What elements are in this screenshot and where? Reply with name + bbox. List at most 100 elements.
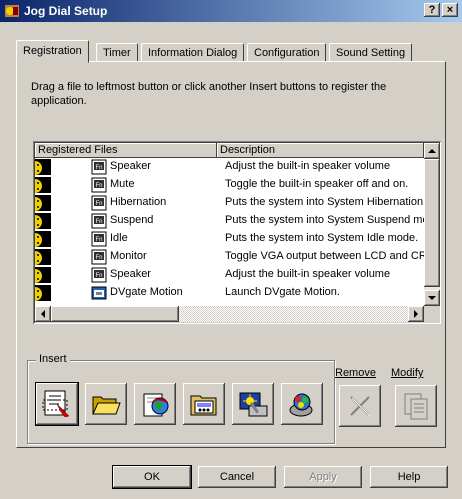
- list-item[interactable]: Fn Suspend Puts the system into System Sus…: [35, 212, 424, 230]
- scroll-left-button[interactable]: [35, 306, 51, 322]
- file-description: Adjust the built-in speaker volume: [225, 160, 391, 172]
- list-item[interactable]: Fn Idle Puts the system into System Idle m…: [35, 230, 424, 248]
- scrollbar-corner: [424, 306, 440, 322]
- arrow-down-icon: [428, 296, 436, 300]
- insert-file-button[interactable]: [36, 383, 78, 425]
- fn-key-icon: Fn: [91, 267, 107, 283]
- list-item[interactable]: Fn Speaker Adjust the built-in speaker vol…: [35, 158, 424, 176]
- modify-button[interactable]: [395, 385, 437, 427]
- jog-dial-icon: [35, 213, 51, 229]
- tab-label: Registration: [23, 45, 82, 57]
- close-button[interactable]: ×: [442, 3, 458, 17]
- internet-icon: [143, 393, 169, 417]
- jog-dial-app-icon: [4, 3, 20, 19]
- fn-key-icon: Fn: [91, 231, 107, 247]
- jog-dial-icon: [35, 267, 51, 283]
- fn-key-icon: Fn: [91, 249, 107, 265]
- remove-label: Remove: [335, 367, 376, 379]
- svg-text:Fn: Fn: [95, 219, 102, 225]
- list-item[interactable]: Fn Monitor Toggle VGA output between LCD a…: [35, 248, 424, 266]
- fn-key-icon: Fn: [91, 195, 107, 211]
- jog-dial-icon: [35, 231, 51, 247]
- insert-web-button[interactable]: [134, 383, 176, 425]
- file-description: Puts the system into System Suspend mode: [225, 214, 424, 226]
- insert-group: Insert: [27, 353, 335, 444]
- file-name: DVgate Motion: [110, 286, 183, 298]
- column-header-description[interactable]: Description: [217, 143, 424, 158]
- insert-group-label: Insert: [36, 353, 70, 365]
- audio-player-icon: [190, 395, 217, 416]
- help-title-button[interactable]: ?: [424, 3, 440, 17]
- file-name: Suspend: [110, 214, 154, 226]
- insert-folder-button[interactable]: [85, 383, 127, 425]
- file-name: Monitor: [110, 250, 147, 262]
- title-bar[interactable]: Jog Dial Setup ? ×: [0, 0, 462, 22]
- registered-files-list[interactable]: Registered Files Description Fn Speaker Ad…: [33, 141, 441, 324]
- list-item[interactable]: Fn Mute Toggle the built-in speaker off an…: [35, 176, 424, 194]
- insert-tools-button[interactable]: [281, 383, 323, 425]
- folder-open-icon: [92, 396, 121, 415]
- tab-sound-setting[interactable]: Sound Setting: [329, 43, 413, 62]
- tab-information-dialog[interactable]: Information Dialog: [141, 43, 245, 62]
- apply-button[interactable]: Apply: [284, 466, 362, 488]
- tools-icon: [289, 393, 313, 417]
- remove-button[interactable]: [339, 385, 381, 427]
- file-description: Puts the system into System Idle mode.: [225, 232, 419, 244]
- fn-key-icon: Fn: [91, 159, 107, 175]
- tab-label: Configuration: [254, 47, 320, 59]
- column-header-registered-files[interactable]: Registered Files: [35, 143, 217, 158]
- file-description: Toggle VGA output between LCD and CRT: [225, 250, 424, 262]
- scroll-right-button[interactable]: [408, 306, 424, 322]
- tab-label: Sound Setting: [336, 47, 406, 59]
- file-name: Idle: [110, 232, 128, 244]
- jog-dial-icon: [35, 249, 51, 265]
- jog-dial-icon: [35, 195, 51, 211]
- scroll-up-button[interactable]: [424, 143, 440, 159]
- vertical-scroll-thumb[interactable]: [424, 159, 440, 287]
- fn-key-icon: Fn: [91, 177, 107, 193]
- jog-dial-icon: [35, 159, 51, 175]
- list-item[interactable]: DVgate Motion Launch DVgate Motion.: [35, 284, 424, 302]
- svg-text:Fn: Fn: [95, 183, 102, 189]
- file-name: Hibernation: [110, 196, 167, 208]
- file-description: Launch DVgate Motion.: [225, 286, 340, 298]
- modify-documents-icon: [404, 393, 428, 420]
- tab-configuration[interactable]: Configuration: [247, 43, 327, 62]
- file-description: Puts the system into System Hibernation: [225, 196, 424, 208]
- ok-button[interactable]: OK: [113, 466, 191, 488]
- file-name: Speaker: [110, 160, 151, 172]
- scroll-down-button[interactable]: [424, 290, 440, 306]
- svg-text:Fn: Fn: [95, 237, 102, 243]
- arrow-left-icon: [41, 310, 45, 318]
- tab-timer[interactable]: Timer: [96, 43, 138, 62]
- horizontal-scroll-thumb[interactable]: [51, 306, 179, 322]
- registration-panel: Drag a file to leftmost button or click …: [16, 61, 446, 448]
- tab-registration[interactable]: Registration: [16, 40, 89, 63]
- document-pointer-icon: [42, 390, 70, 418]
- jog-dial-icon: [35, 285, 51, 301]
- list-item[interactable]: Fn Speaker Adjust the built-in speaker vol…: [35, 266, 424, 284]
- horizontal-scrollbar[interactable]: [35, 306, 424, 322]
- vertical-scrollbar[interactable]: [424, 143, 440, 306]
- insert-settings-button[interactable]: [232, 383, 274, 425]
- application-icon: [91, 286, 107, 300]
- jog-dial-icon: [35, 177, 51, 193]
- remove-x-icon: [350, 396, 371, 417]
- file-description: Adjust the built-in speaker volume: [225, 268, 391, 280]
- tab-label: Timer: [103, 47, 131, 59]
- file-name: Speaker: [110, 268, 151, 280]
- list-body: Fn Speaker Adjust the built-in speaker vol…: [35, 158, 424, 306]
- arrow-right-icon: [414, 310, 418, 318]
- modify-label: Modify: [391, 367, 424, 379]
- arrow-up-icon: [428, 149, 436, 153]
- cancel-button[interactable]: Cancel: [198, 466, 276, 488]
- help-button[interactable]: Help: [370, 466, 448, 488]
- settings-icon: [239, 392, 268, 417]
- svg-text:Fn: Fn: [95, 255, 102, 261]
- insert-audio-button[interactable]: [183, 383, 225, 425]
- list-item[interactable]: Fn Hibernation Puts the system into System…: [35, 194, 424, 212]
- fn-key-icon: Fn: [91, 213, 107, 229]
- file-name: Mute: [110, 178, 135, 190]
- svg-text:Fn: Fn: [95, 201, 102, 207]
- window-title: Jog Dial Setup: [24, 4, 108, 18]
